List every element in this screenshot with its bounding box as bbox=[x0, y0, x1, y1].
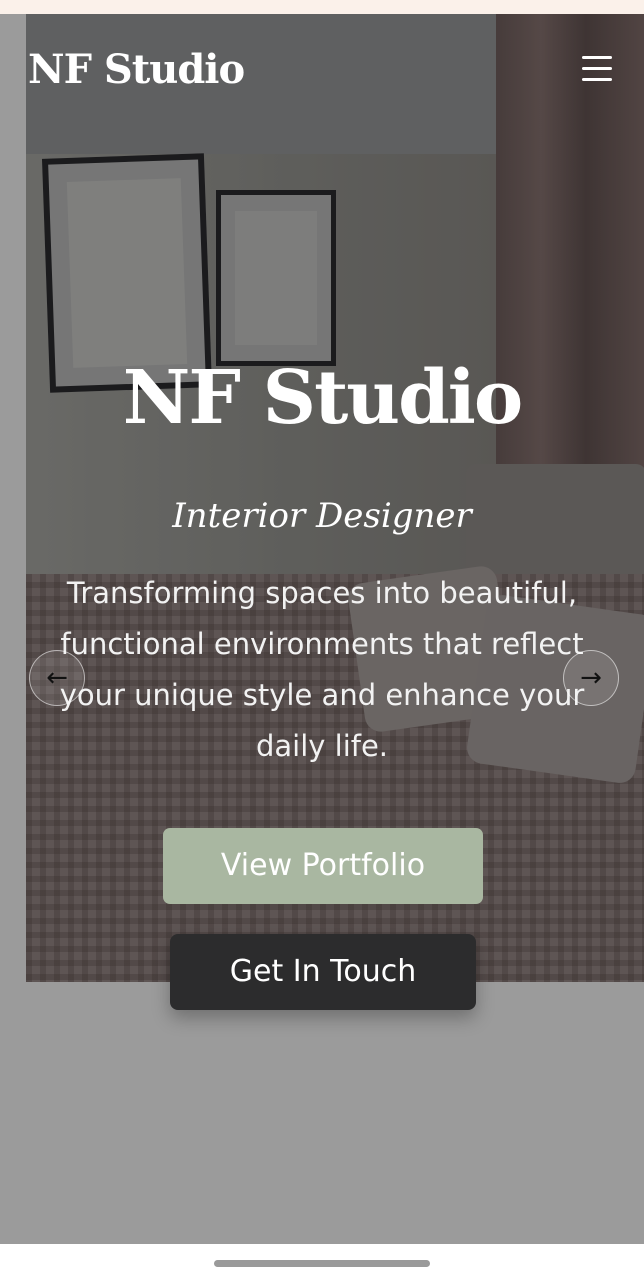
hero-description: Transforming spaces into beautiful, func… bbox=[59, 576, 585, 763]
hamburger-menu-icon[interactable] bbox=[578, 52, 616, 86]
view-portfolio-button[interactable]: View Portfolio bbox=[163, 828, 483, 904]
page: NF Studio NF Studio Interior Designer Tr… bbox=[0, 0, 644, 1280]
carousel-next-button[interactable]: → bbox=[563, 650, 619, 706]
brand-logo[interactable]: NF Studio bbox=[28, 42, 245, 98]
carousel-prev-button[interactable]: ← bbox=[29, 650, 85, 706]
hero-title: NF Studio bbox=[122, 355, 524, 441]
status-bar-strip bbox=[0, 0, 644, 14]
arrow-left-icon: ← bbox=[46, 663, 68, 693]
hero-subtitle: Interior Designer bbox=[172, 496, 472, 536]
bottom-bar bbox=[0, 1244, 644, 1280]
arrow-right-icon: → bbox=[580, 663, 602, 693]
home-indicator[interactable] bbox=[214, 1260, 430, 1267]
get-in-touch-button[interactable]: Get In Touch bbox=[170, 934, 476, 1010]
